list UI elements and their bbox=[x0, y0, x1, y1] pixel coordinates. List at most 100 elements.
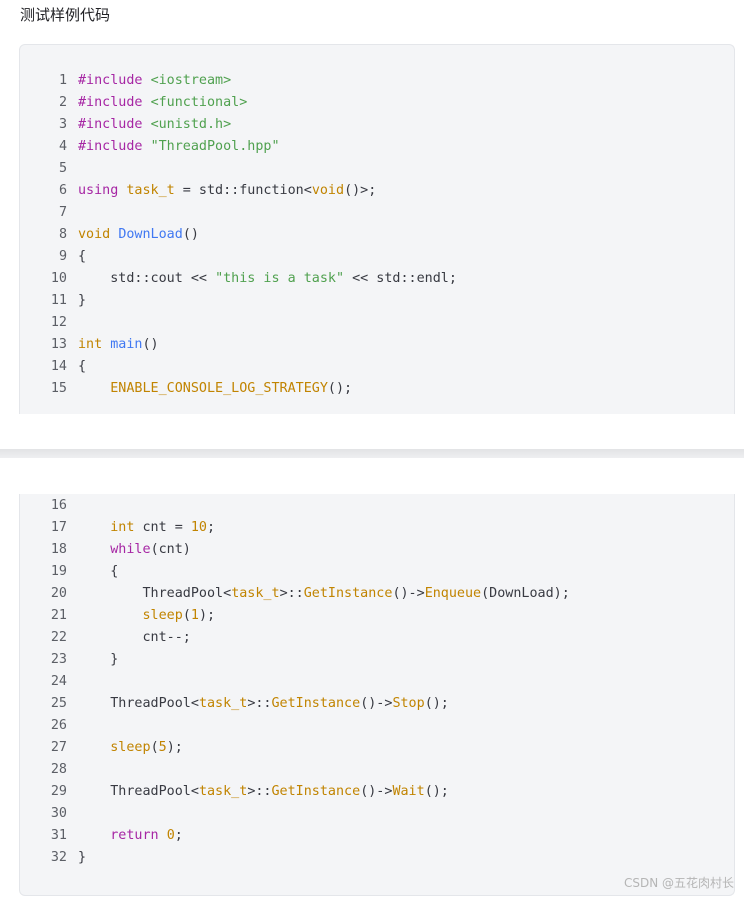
code-token: ( bbox=[182, 608, 191, 623]
code-token: void bbox=[311, 183, 345, 198]
code-text: ThreadPool<task_t>::GetInstance()->Wait(… bbox=[78, 781, 449, 803]
code-block-bottom[interactable]: 16 17 int cnt = 10; 18 while(cnt) 19 {20 Th… bbox=[19, 494, 735, 896]
code-token: { bbox=[78, 249, 87, 264]
code-token: "this is a task" bbox=[215, 271, 345, 286]
line-number: 29 bbox=[50, 784, 67, 799]
code-token: (); bbox=[424, 784, 449, 799]
line-number: 12 bbox=[50, 315, 67, 330]
code-line: 18 while(cnt) bbox=[20, 539, 734, 561]
code-line: 5 bbox=[20, 158, 734, 180]
line-number: 9 bbox=[58, 249, 67, 264]
line-number: 13 bbox=[50, 337, 67, 352]
section-heading: 测试样例代码 bbox=[20, 6, 111, 24]
code-token: ( bbox=[150, 740, 159, 755]
code-token: } bbox=[78, 652, 119, 667]
line-number: 32 bbox=[50, 850, 67, 865]
code-line: 30 bbox=[20, 803, 734, 825]
code-token: task_t bbox=[126, 183, 175, 198]
code-token: >:: bbox=[279, 586, 304, 601]
code-token: ); bbox=[166, 740, 183, 755]
line-number: 5 bbox=[58, 161, 67, 176]
line-number: 25 bbox=[50, 696, 67, 711]
code-token: ; bbox=[174, 828, 183, 843]
code-token: ENABLE_CONSOLE_LOG_STRATEGY bbox=[110, 381, 328, 396]
code-line: 17 int cnt = 10; bbox=[20, 517, 734, 539]
code-lines: 1 #include <iostream> 2 #include <functiona… bbox=[20, 70, 734, 400]
line-number: 18 bbox=[50, 542, 67, 557]
line-number: 2 bbox=[58, 95, 67, 110]
line-number: 1 bbox=[58, 73, 67, 88]
code-block-top[interactable]: 1 #include <iostream> 2 #include <functiona… bbox=[19, 44, 735, 414]
code-token: ()-> bbox=[392, 586, 425, 601]
code-line: 1 #include <iostream> bbox=[20, 70, 734, 92]
code-token: ); bbox=[198, 608, 216, 623]
code-token: "ThreadPool.hpp" bbox=[150, 139, 280, 154]
code-token: () bbox=[142, 337, 159, 352]
code-line: 8 void DownLoad() bbox=[20, 224, 734, 246]
line-number: 17 bbox=[50, 520, 67, 535]
code-line: 24 bbox=[20, 671, 734, 693]
page-break-divider bbox=[0, 449, 744, 458]
code-token: std::cout << bbox=[78, 271, 216, 286]
code-token: ()-> bbox=[360, 784, 393, 799]
line-number: 22 bbox=[50, 630, 67, 645]
code-token: (); bbox=[327, 381, 353, 396]
code-line: 26 bbox=[20, 715, 734, 737]
line-number: 24 bbox=[50, 674, 67, 689]
code-text: cnt--; bbox=[78, 627, 190, 649]
code-line: 16 bbox=[20, 495, 734, 517]
code-token: >:: bbox=[247, 696, 272, 711]
line-number: 15 bbox=[50, 381, 67, 396]
code-text: using task_t = std::function<void()>; bbox=[78, 180, 376, 202]
code-token: ()>; bbox=[344, 183, 377, 198]
code-line: 21 sleep(1); bbox=[20, 605, 734, 627]
line-number: 19 bbox=[50, 564, 67, 579]
code-token: main bbox=[110, 337, 143, 352]
code-text: return 0; bbox=[78, 825, 183, 847]
code-token: GetInstance bbox=[271, 784, 361, 799]
code-token: 1 bbox=[190, 608, 199, 623]
code-text: sleep(5); bbox=[78, 737, 183, 759]
code-token: task_t bbox=[198, 784, 248, 799]
code-token: Stop bbox=[392, 696, 425, 711]
code-line: 13 int main() bbox=[20, 334, 734, 356]
code-text: ThreadPool<task_t>::GetInstance()->Enque… bbox=[78, 583, 569, 605]
line-number: 10 bbox=[50, 271, 67, 286]
code-lines: 16 17 int cnt = 10; 18 while(cnt) 19 {20 Th… bbox=[20, 495, 734, 869]
code-line: 12 bbox=[20, 312, 734, 334]
code-token: 10 bbox=[190, 520, 207, 535]
code-text: void DownLoad() bbox=[78, 224, 199, 246]
code-text: { bbox=[78, 561, 118, 583]
code-line: 4 #include "ThreadPool.hpp" bbox=[20, 136, 734, 158]
code-text: sleep(1); bbox=[78, 605, 216, 627]
line-number: 31 bbox=[50, 828, 67, 843]
code-token: return bbox=[110, 828, 159, 843]
watermark: CSDN @五花肉村长 bbox=[623, 876, 734, 890]
code-line: 14 { bbox=[20, 356, 734, 378]
line-number: 4 bbox=[58, 139, 67, 154]
code-line: 10 std::cout << "this is a task" << std:… bbox=[20, 268, 734, 290]
code-line: 2 #include <functional> bbox=[20, 92, 734, 114]
code-line: 22 cnt--; bbox=[20, 627, 734, 649]
code-token: Wait bbox=[392, 784, 425, 799]
code-line: 3 #include <unistd.h> bbox=[20, 114, 734, 136]
code-line: 19 { bbox=[20, 561, 734, 583]
line-number: 6 bbox=[58, 183, 67, 198]
code-line: 6 using task_t = std::function<void()>; bbox=[20, 180, 734, 202]
code-token: using bbox=[78, 183, 127, 198]
code-token: ()-> bbox=[360, 696, 393, 711]
code-token: { bbox=[78, 359, 87, 374]
line-number: 7 bbox=[58, 205, 67, 220]
code-token: GetInstance bbox=[271, 696, 361, 711]
code-token: <iostream> bbox=[150, 73, 232, 88]
code-token: int bbox=[78, 337, 111, 352]
code-token: cnt = bbox=[134, 520, 191, 535]
line-number: 8 bbox=[58, 227, 67, 242]
code-token: } bbox=[78, 850, 87, 865]
code-text: ThreadPool<task_t>::GetInstance()->Stop(… bbox=[78, 693, 449, 715]
line-number: 16 bbox=[50, 498, 67, 513]
